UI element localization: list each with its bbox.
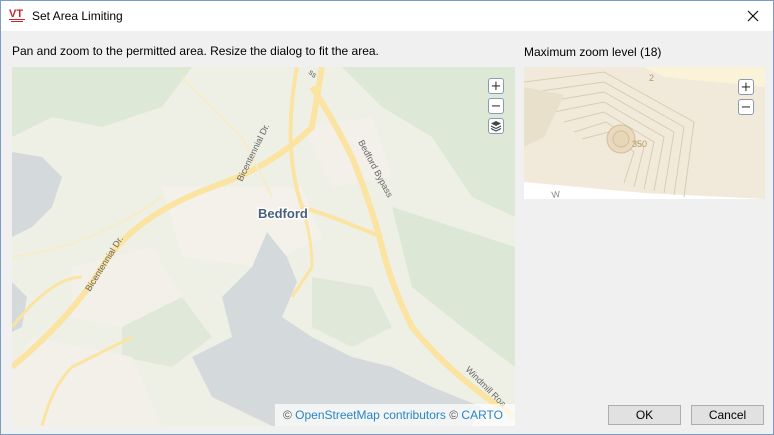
osm-link[interactable]: OpenStreetMap contributors — [295, 408, 446, 422]
area-map[interactable]: Bicentennial Dr. Bicentennial Dr. Bedfor… — [12, 67, 515, 426]
window-title: Set Area Limiting — [32, 9, 123, 23]
layers-icon — [490, 121, 502, 132]
cancel-button[interactable]: Cancel — [691, 405, 764, 425]
dialog-window: VT Set Area Limiting Pan and zoom to the… — [0, 0, 774, 435]
instruction-text: Pan and zoom to the permitted area. Resi… — [12, 44, 379, 58]
ok-button[interactable]: OK — [608, 405, 681, 425]
carto-link[interactable]: CARTO — [461, 408, 503, 422]
copyright-symbol: © — [449, 408, 459, 422]
zoom-map-zoom-out-button[interactable]: − — [738, 99, 754, 115]
map-attribution: © OpenStreetMap contributors © CARTO — [274, 404, 515, 426]
close-icon — [747, 10, 759, 22]
close-button[interactable] — [733, 1, 773, 31]
zoom-map-number-top: 2 — [649, 73, 654, 83]
zoom-map-canvas: 2 350 W — [524, 67, 765, 199]
layers-button[interactable] — [488, 118, 504, 134]
map-canvas: Bicentennial Dr. Bicentennial Dr. Bedfor… — [12, 67, 515, 426]
copyright-symbol: © — [282, 408, 292, 422]
map-zoom-out-button[interactable]: − — [488, 98, 504, 114]
map-zoom-in-button[interactable]: + — [488, 78, 504, 94]
zoom-map-zoom-in-button[interactable]: + — [738, 79, 754, 95]
max-zoom-label: Maximum zoom level (18) — [524, 45, 662, 59]
title-bar: VT Set Area Limiting — [1, 1, 773, 31]
city-label-bedford: Bedford — [258, 206, 308, 221]
zoom-preview-map[interactable]: 2 350 W + − — [524, 67, 765, 199]
zoom-map-number-mid: 350 — [632, 139, 647, 149]
app-logo-icon: VT — [9, 7, 27, 23]
app-logo-text: VT — [9, 8, 23, 20]
